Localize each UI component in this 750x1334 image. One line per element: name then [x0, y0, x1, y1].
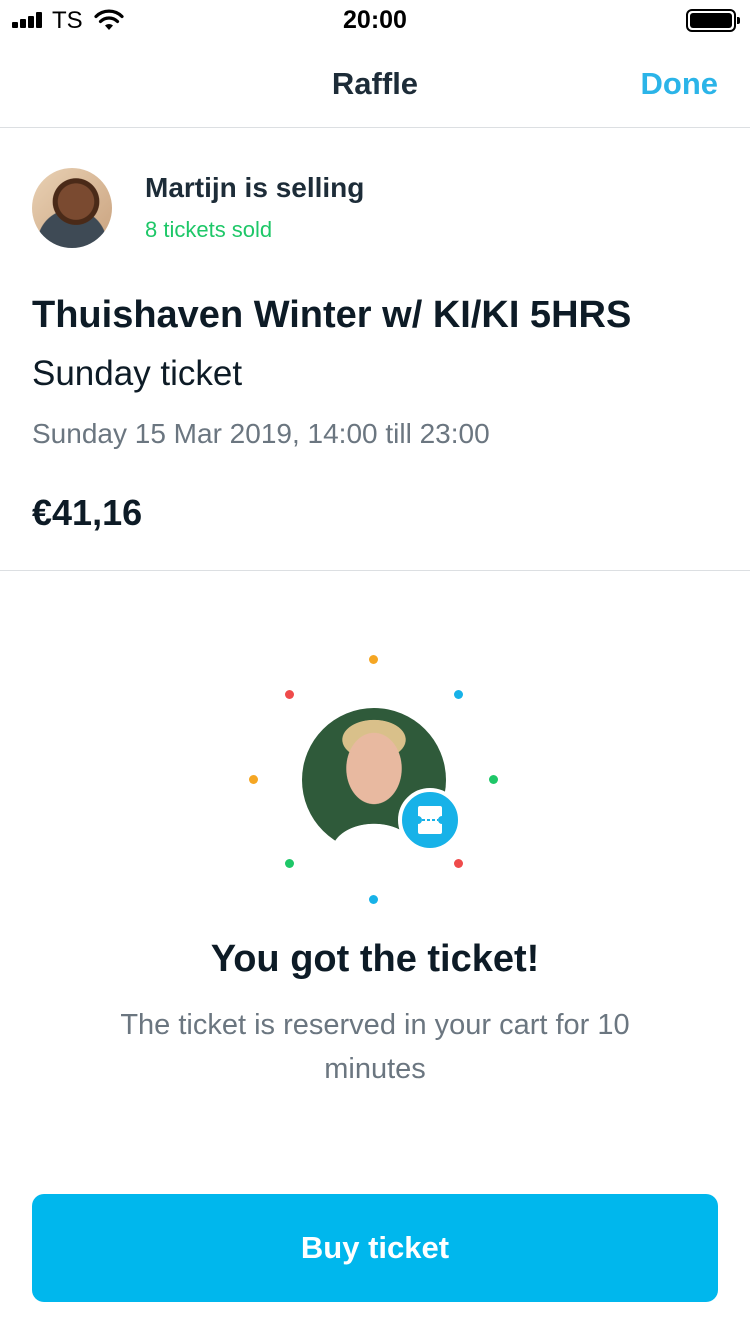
seller-avatar	[32, 168, 112, 248]
confetti-dot	[369, 895, 378, 904]
battery-icon	[686, 9, 740, 32]
navigation-bar: Raffle Done	[0, 40, 750, 128]
confetti-dot	[489, 775, 498, 784]
buy-ticket-label: Buy ticket	[300, 1230, 450, 1265]
ticket-badge	[398, 788, 462, 852]
confetti-dot	[369, 655, 378, 664]
tickets-sold-count: 8 tickets sold	[145, 217, 273, 242]
done-button[interactable]: Done	[641, 66, 719, 102]
confetti-dot	[285, 859, 294, 868]
ticket-type: Sunday ticket	[32, 354, 243, 393]
confetti-dot	[454, 859, 463, 868]
confetti-dot	[285, 690, 294, 699]
seller-name: Martijn is selling	[145, 172, 365, 203]
page-title: Raffle	[331, 66, 419, 101]
ticket-price: €41,16	[32, 492, 143, 533]
section-divider	[0, 570, 750, 571]
status-time: 20:00	[343, 6, 407, 34]
success-title: You got the ticket!	[210, 938, 540, 980]
event-title: Thuishaven Winter w/ KI/KI 5HRS	[32, 294, 632, 336]
ticket-icon	[418, 806, 442, 834]
buy-ticket-button[interactable]: Buy ticket	[32, 1194, 718, 1302]
status-bar: TS 20:00	[0, 0, 750, 40]
confetti-dot	[249, 775, 258, 784]
confetti-dot	[454, 690, 463, 699]
reservation-message: The ticket is reserved in your cart for …	[120, 1009, 630, 1085]
event-datetime: Sunday 15 Mar 2019, 14:00 till 23:00	[32, 418, 490, 449]
